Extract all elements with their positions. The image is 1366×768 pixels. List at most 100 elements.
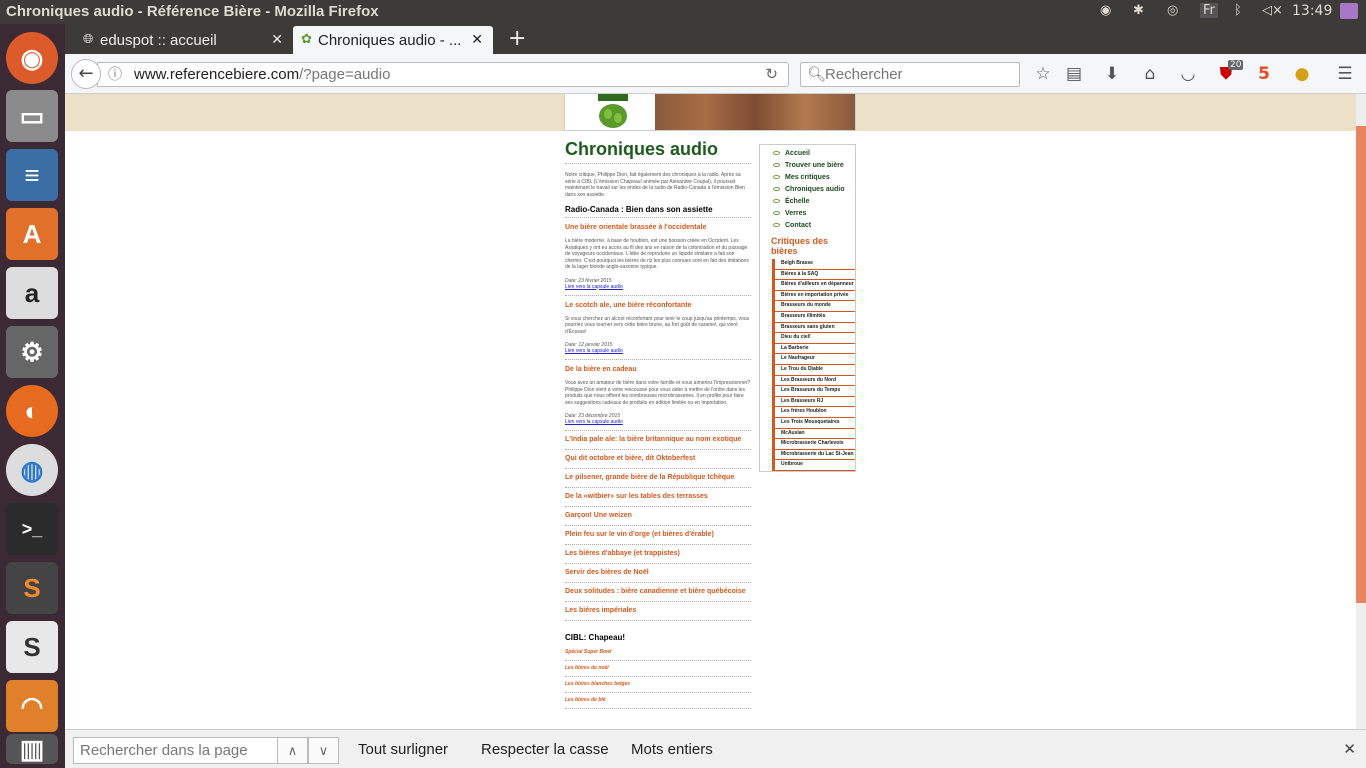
html5-icon[interactable]: 5 — [1252, 64, 1276, 84]
tab-eduspot[interactable]: 🌐︎ eduspot :: accueil ✕ — [75, 26, 293, 54]
audio-capsule-link[interactable]: Lien vers la capsule audio — [565, 284, 751, 290]
article-title-link[interactable]: De la «witbier» sur les tables des terra… — [565, 488, 751, 507]
intro-text: Notre critique, Philippe Dion, fait égal… — [565, 172, 745, 198]
sidebar-nav-item[interactable]: Contact — [773, 221, 855, 233]
brewer-link[interactable]: Les Brasseurs du Nord — [772, 375, 855, 387]
brewer-link[interactable]: Bières d'ailleurs en dépanneur — [772, 280, 855, 291]
article-title[interactable]: Une bière orientale brassée à l'occident… — [565, 224, 751, 231]
colorzilla-icon[interactable]: ● — [1290, 64, 1314, 84]
brewer-link[interactable]: La Barberie — [772, 343, 855, 355]
article-title[interactable]: Le scotch ale, une bière réconfortante — [565, 302, 751, 309]
files-icon[interactable]: ▭ — [6, 90, 58, 142]
article-title[interactable]: De la bière en cadeau — [565, 366, 751, 373]
article-title-link[interactable]: Les bières impériales — [565, 602, 751, 621]
site-info-icon[interactable]: ⓘ — [108, 63, 122, 86]
cibl-episode-link[interactable]: Les bières blanches belges — [565, 677, 751, 693]
audio-capsule-link[interactable]: Lien vers la capsule audio — [565, 419, 751, 425]
brewer-link[interactable]: Brasseurs illimités — [772, 311, 855, 323]
article-title-link[interactable]: Qui dit octobre et bière, dit Oktoberfes… — [565, 450, 751, 469]
bookmark-star-icon[interactable]: ☆ — [1031, 64, 1055, 84]
page-scrollbar-thumb[interactable] — [1356, 126, 1366, 603]
cibl-episode-link[interactable]: Les bières de blé — [565, 693, 751, 709]
sublime-text-icon[interactable]: S — [6, 562, 58, 614]
brewer-link[interactable]: Microbrasserie du Lac St-Jean — [772, 449, 855, 461]
brewer-link[interactable]: Brasseurs du monde — [772, 301, 855, 312]
session-menu-icon[interactable] — [1340, 3, 1358, 19]
network-icon[interactable]: ◎ — [1167, 3, 1178, 18]
slack-icon[interactable]: S — [6, 621, 58, 673]
software-center-icon[interactable]: A — [6, 208, 58, 260]
brewer-link[interactable]: Les Brasseurs RJ — [772, 396, 855, 408]
downloads-icon[interactable]: ⬇ — [1100, 64, 1124, 84]
keyboard-layout-indicator[interactable]: Fr — [1200, 3, 1218, 18]
article-title-link[interactable]: Garçon! Une weizen — [565, 507, 751, 526]
main-column: Chroniques audio Notre critique, Philipp… — [565, 139, 751, 709]
brewer-link[interactable]: Bières en importation privée — [772, 290, 855, 302]
bluetooth-icon[interactable]: ᛒ — [1234, 3, 1242, 18]
whole-words-button[interactable]: Mots entiers — [631, 741, 713, 758]
find-previous-button[interactable]: ∧ — [277, 737, 308, 764]
bullet-icon — [773, 211, 780, 216]
sidebar-nav-item[interactable]: Accueil — [773, 149, 855, 161]
article-title-link[interactable]: Les bières d'abbaye (et trappistes) — [565, 545, 751, 564]
brewer-link[interactable]: Belgh Brasse — [772, 259, 855, 270]
article-title-link[interactable]: Plein feu sur le vin d'orge (et bières d… — [565, 526, 751, 545]
reading-list-icon[interactable]: ▤ — [1062, 64, 1086, 84]
system-settings-icon[interactable]: ⚙ — [6, 326, 58, 378]
highlight-all-button[interactable]: Tout surligner — [358, 741, 448, 758]
home-icon[interactable]: ⌂ — [1138, 64, 1162, 84]
brewer-link[interactable]: Le Trou du Diable — [772, 364, 855, 376]
sidebar-nav-item[interactable]: Trouver une bière — [773, 161, 855, 173]
brewer-link[interactable]: Les Trois Mousquetaires — [772, 417, 855, 429]
brewer-link[interactable]: Bières à la SAQ — [772, 269, 855, 281]
new-tab-button[interactable]: + — [508, 26, 526, 51]
cibl-episode-link[interactable]: Les bières de noël — [565, 661, 751, 677]
discord-icon[interactable]: ◠ — [6, 680, 58, 732]
brewer-link[interactable]: Les Brasseurs du Temps — [772, 386, 855, 397]
pocket-icon[interactable]: ◡ — [1176, 64, 1200, 84]
menu-icon[interactable]: ☰ — [1333, 64, 1357, 84]
sidebar-nav-item[interactable]: Verres — [773, 209, 855, 221]
close-find-bar-icon[interactable]: ✕ — [1343, 740, 1356, 758]
chrome-icon[interactable]: ◍ — [6, 444, 58, 496]
search-bar[interactable]: 🔍︎ Rechercher — [800, 62, 1020, 87]
close-tab-icon[interactable]: ✕ — [271, 31, 283, 48]
clock[interactable]: 13:49 — [1292, 3, 1332, 19]
audio-capsule-link[interactable]: Lien vers la capsule audio — [565, 348, 751, 354]
cibl-episode-link[interactable]: Spécial Super Bowl — [565, 645, 751, 661]
search-icon: 🔍︎ — [807, 66, 827, 83]
article-title-link[interactable]: Le pilsener, grande bière de la Républiq… — [565, 469, 751, 488]
slack-tray-icon[interactable]: ✱ — [1133, 3, 1144, 18]
article-title-link[interactable]: Deux solitudes : bière canadienne et biè… — [565, 583, 751, 602]
ubuntu-dash-icon[interactable]: ◉ — [6, 32, 58, 84]
url-bar[interactable]: ⓘ www.referencebiere.com/?page=audio ↻ — [97, 62, 789, 87]
volume-icon[interactable]: ◁× — [1262, 3, 1283, 18]
sidebar-nav-label: Mes critiques — [785, 174, 830, 181]
article-title-link[interactable]: Servir des bières de Noël — [565, 564, 751, 583]
discord-tray-icon[interactable]: ◉ — [1100, 3, 1111, 18]
find-input[interactable]: Rechercher dans la page — [73, 737, 279, 764]
reload-icon[interactable]: ↻ — [765, 63, 778, 86]
writer-icon[interactable]: ≡ — [6, 149, 58, 201]
brewer-link[interactable]: Unibroue — [772, 460, 855, 471]
article-title-link[interactable]: L'India pale ale: la bière britannique a… — [565, 431, 751, 450]
brewer-link[interactable]: Dieu du ciel! — [772, 333, 855, 344]
sidebar-nav-item[interactable]: Échelle — [773, 197, 855, 209]
brewer-link[interactable]: McAuslan — [772, 428, 855, 440]
sidebar-nav-item[interactable]: Chroniques audio — [773, 185, 855, 197]
find-next-button[interactable]: ∨ — [308, 737, 339, 764]
brewer-link[interactable]: Brasseurs sans gluten — [772, 322, 855, 334]
amazon-icon[interactable]: a — [6, 267, 58, 319]
terminal-icon[interactable]: >_ — [6, 503, 58, 555]
tab-chroniques-audio[interactable]: ✿ Chroniques audio - ... ✕ — [293, 26, 493, 54]
brewer-link[interactable]: Microbrasserie Charlevoix — [772, 439, 855, 450]
brewer-link[interactable]: Les frères Houblon — [772, 407, 855, 418]
brewer-link[interactable]: Le Naufrageur — [772, 354, 855, 365]
match-case-button[interactable]: Respecter la casse — [481, 741, 609, 758]
site-logo[interactable] — [568, 94, 654, 129]
trash-icon[interactable]: ▥ — [6, 734, 58, 764]
sidebar-nav-item[interactable]: Mes critiques — [773, 173, 855, 185]
close-tab-icon[interactable]: ✕ — [471, 31, 483, 48]
firefox-icon[interactable]: ◐ — [6, 385, 58, 437]
back-button[interactable]: ← — [71, 59, 101, 89]
